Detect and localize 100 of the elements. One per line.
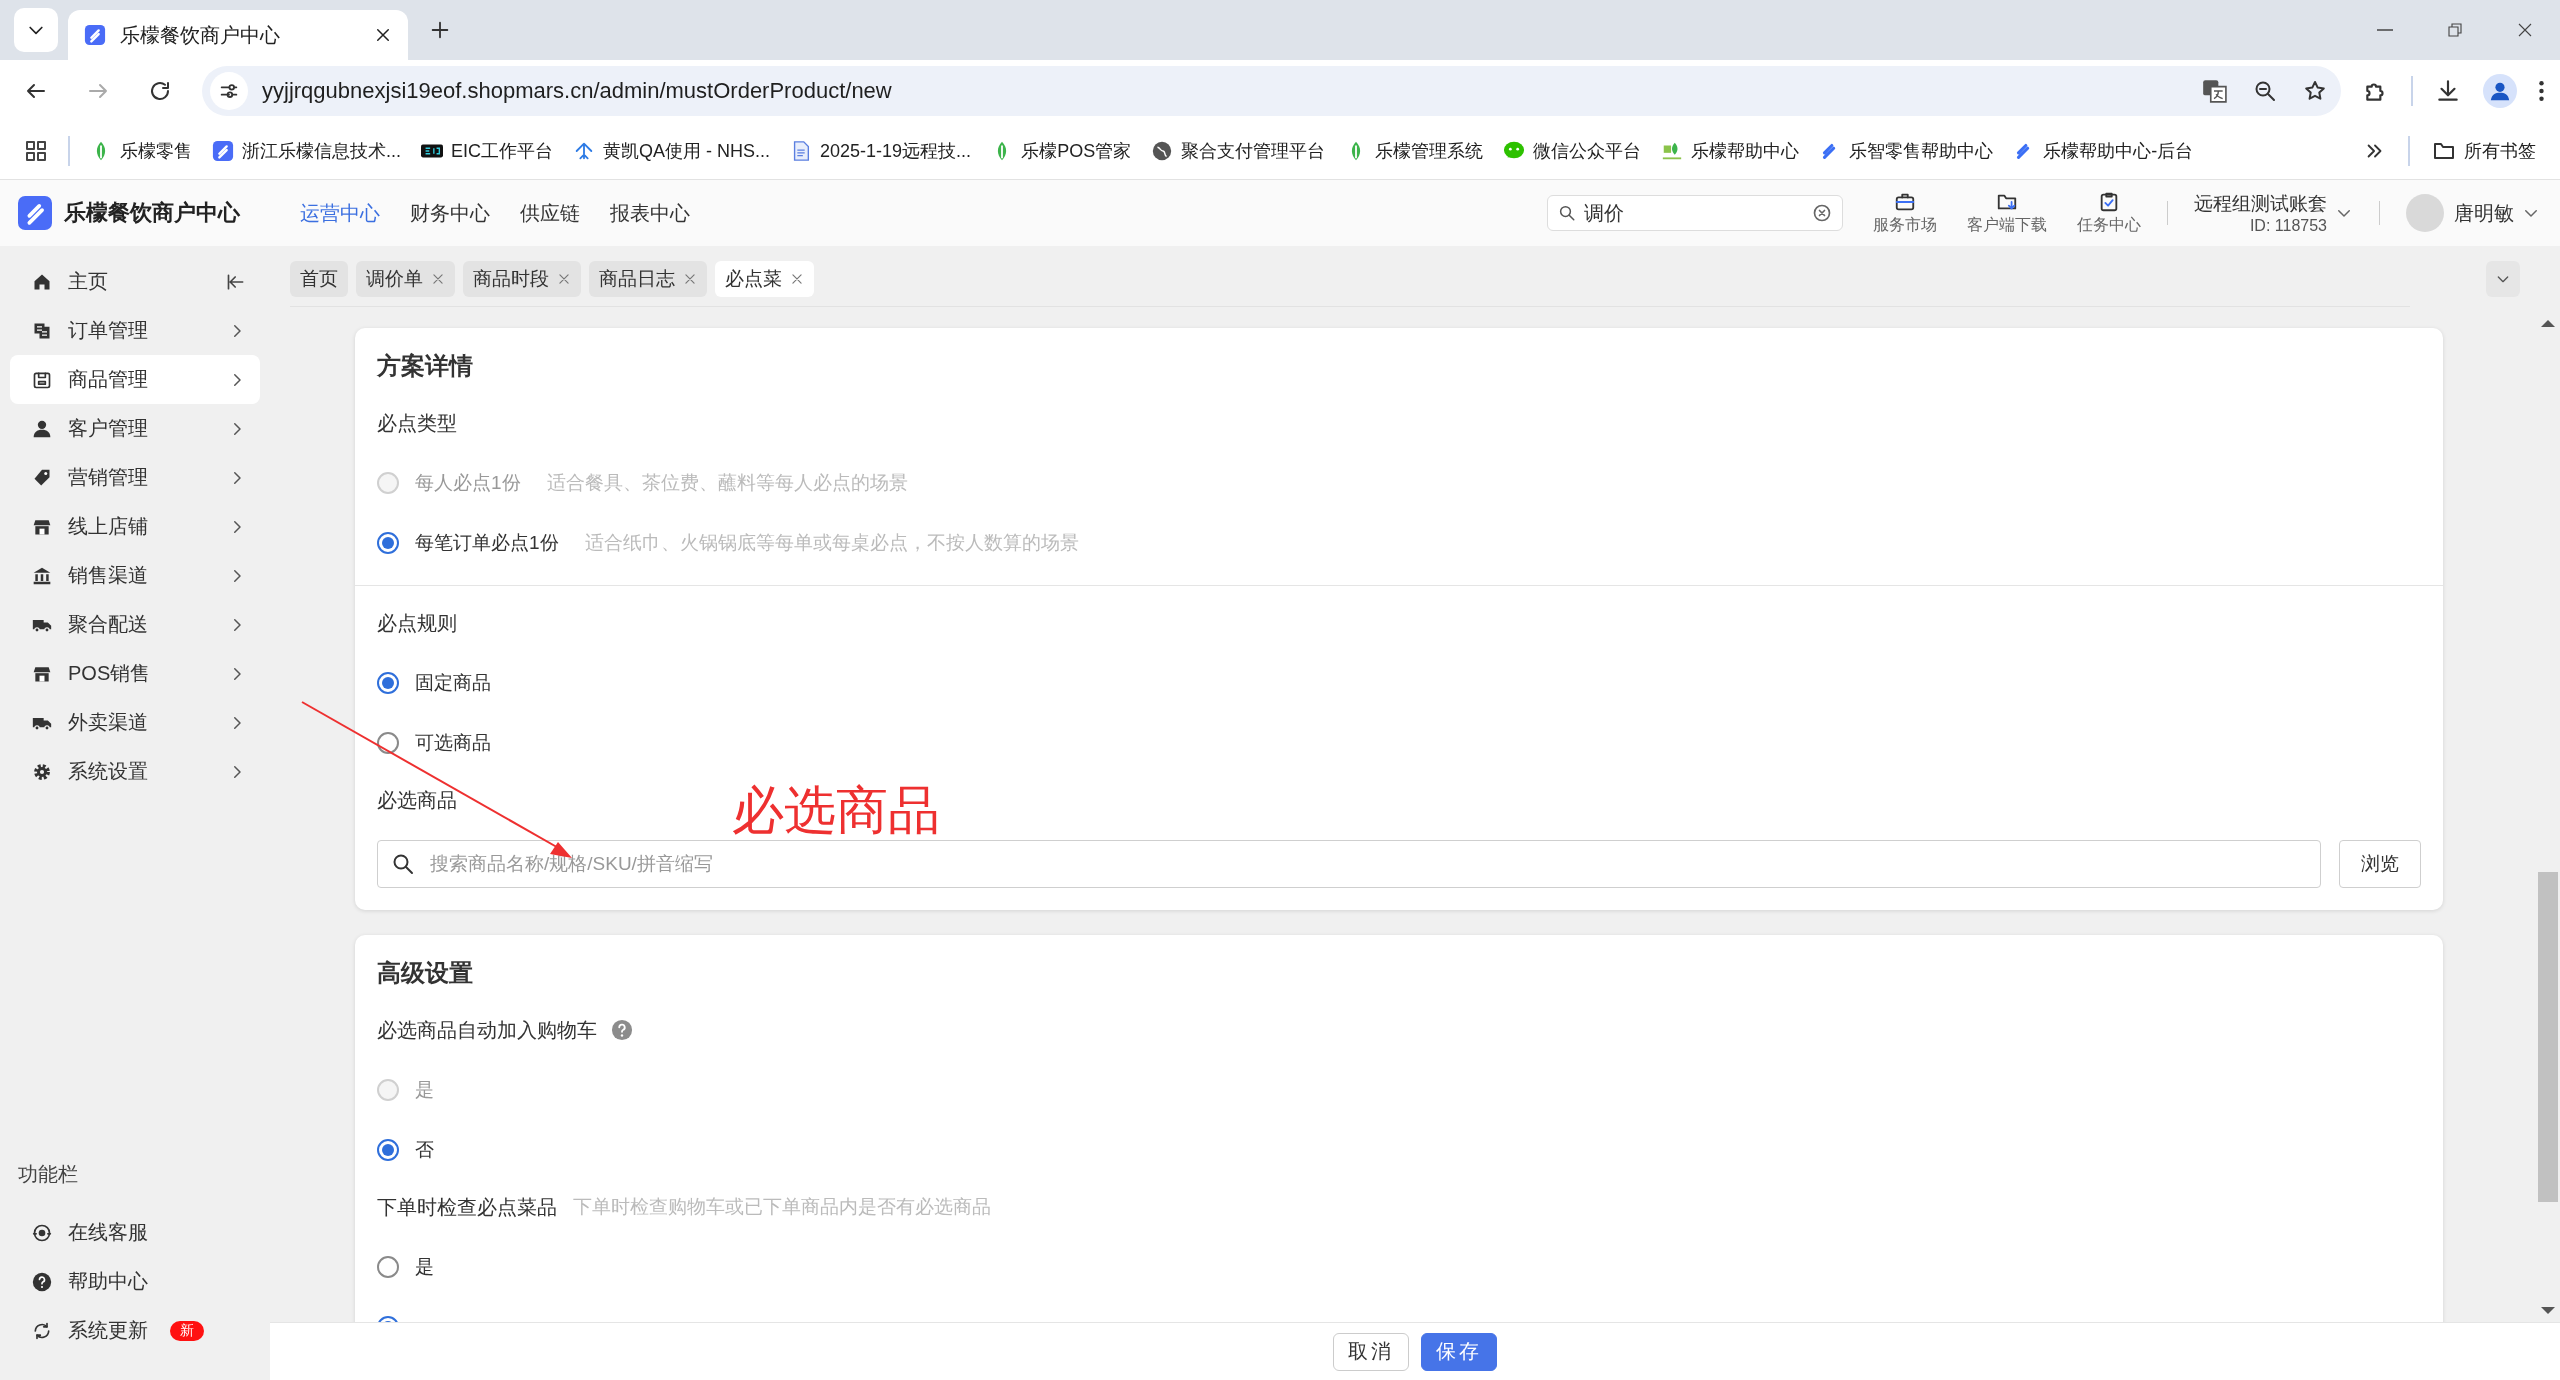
field-label: 下单时检查必点菜品	[377, 1195, 557, 1220]
field-label: 必选商品自动加入购物车	[377, 1018, 597, 1043]
field-hint: 下单时检查购物车或已下单商品内是否有必选商品	[573, 1195, 991, 1219]
search-field[interactable]: 搜索商品名称/规格/SKU/拼音缩写	[377, 840, 2321, 888]
restore-icon	[2446, 21, 2464, 39]
close-icon	[2516, 21, 2534, 39]
sidebar-item[interactable]: 客户管理	[10, 404, 260, 453]
bookmark[interactable]: 乐檬零售	[90, 138, 192, 163]
close-icon	[374, 26, 392, 44]
nav-tab[interactable]: 供应链	[520, 199, 580, 227]
bookmark[interactable]: EIC工作平台	[421, 138, 554, 163]
sidebar-item[interactable]: 聚合配送	[10, 600, 260, 649]
page-tab[interactable]: 商品日志	[589, 261, 707, 297]
annotation-text: 必选商品	[732, 782, 940, 838]
sidebar-item[interactable]: 系统更新 新	[10, 1306, 260, 1355]
tag-icon	[32, 467, 52, 488]
all-bookmarks-folder[interactable]: 所有书签	[2432, 138, 2536, 163]
option-label: 固定商品	[415, 671, 491, 695]
browse-button[interactable]: 浏览	[2339, 840, 2421, 888]
option-label: 每人必点1份	[415, 471, 521, 495]
account-id: ID: 118753	[2249, 217, 2327, 235]
radio-button[interactable]	[377, 732, 399, 754]
minimize-icon	[2376, 29, 2394, 31]
radio-button[interactable]	[377, 1139, 399, 1161]
user-icon	[32, 418, 52, 439]
toolbar-item[interactable]: 服务市场	[1873, 190, 1937, 236]
logo-icon	[84, 24, 106, 46]
bookmark[interactable]: 乐檬管理系统	[1345, 138, 1484, 163]
sidebar-item[interactable]: 主页	[10, 257, 260, 306]
section-title: 功能栏	[17, 1162, 79, 1187]
card-title: 方案详情	[377, 352, 473, 379]
nav-tab[interactable]: 财务中心	[410, 199, 490, 227]
page-tab[interactable]: 商品时段	[463, 261, 581, 297]
user-name[interactable]: 唐明敏	[2454, 199, 2514, 227]
radio-button[interactable]	[377, 532, 399, 554]
sidebar-item[interactable]: POS销售	[10, 649, 260, 698]
nav-tab[interactable]: 报表中心	[610, 199, 690, 227]
radio-button[interactable]	[377, 672, 399, 694]
bookmark[interactable]: 黄凯QA使用 - NHS...	[573, 138, 771, 163]
option-label: 可选商品	[415, 731, 491, 755]
close-icon	[557, 272, 571, 286]
browser-tab[interactable]: 乐檬餐饮商户中心	[68, 10, 408, 60]
clipboard-check-icon	[2098, 190, 2120, 213]
more-icon[interactable]	[2539, 81, 2544, 101]
zoom-out-icon	[2253, 79, 2277, 103]
toolbar-item[interactable]: 客户端下载	[1967, 190, 2047, 236]
headset-icon	[32, 1222, 52, 1243]
nav-tab[interactable]: 运营中心	[300, 199, 380, 227]
bookmark[interactable]: 微信公众平台	[1503, 138, 1642, 163]
sidebar-item[interactable]: 商品管理	[10, 355, 260, 404]
reload-icon	[148, 79, 172, 103]
star-icon	[2303, 79, 2327, 103]
sidebar-item[interactable]: 销售渠道	[10, 551, 260, 600]
sidebar-item[interactable]: 在线客服	[10, 1208, 260, 1257]
plus-icon	[429, 19, 451, 41]
sidebar-item[interactable]: 外卖渠道	[10, 698, 260, 747]
help-icon	[32, 1271, 52, 1292]
search-icon	[1558, 204, 1576, 222]
close-icon	[683, 272, 697, 286]
sidebar-item[interactable]: 线上店铺	[10, 502, 260, 551]
person-icon	[2489, 80, 2511, 102]
search-field[interactable]: 调价	[1547, 195, 1843, 231]
page-tab[interactable]: 首页	[290, 261, 348, 297]
radio-button[interactable]	[377, 1256, 399, 1278]
toolbar-item[interactable]: 任务中心	[2077, 190, 2141, 236]
sidebar-item[interactable]: 系统设置	[10, 747, 260, 796]
save-button[interactable]: 保存	[1421, 1332, 1497, 1371]
bookmark[interactable]: 乐檬POS管家	[991, 138, 1132, 163]
new-badge: 新	[170, 1320, 204, 1341]
option-label: 否	[415, 1138, 434, 1162]
sidebar-item[interactable]: 帮助中心	[10, 1257, 260, 1306]
option-label: 是	[415, 1078, 434, 1102]
option-hint: 适合餐具、茶位费、蘸料等每人必点的场景	[546, 471, 908, 495]
sidebar-item[interactable]: 订单管理	[10, 306, 260, 355]
account-name[interactable]: 远程组测试账套	[2194, 191, 2327, 217]
brand-name: 乐檬餐饮商户中心	[64, 199, 240, 227]
url-text: yyjjrqgubnexjsi19eof.shopmars.cn/admin/mustOrderProduct/new	[262, 78, 893, 104]
option-hint: 适合纸巾、火锅锅底等每单或每桌必点，不按人数算的场景	[584, 531, 1079, 555]
close-icon	[790, 272, 804, 286]
cancel-button[interactable]: 取消	[1333, 1332, 1409, 1371]
logo-icon	[212, 139, 234, 162]
search-icon	[391, 852, 415, 876]
bookmark[interactable]: 浙江乐檬信息技术...	[212, 138, 401, 163]
translate-icon	[2201, 78, 2227, 104]
site-info-button[interactable]	[210, 72, 248, 110]
download-icon	[2435, 78, 2461, 104]
sidebar-item[interactable]: 营销管理	[10, 453, 260, 502]
brand-logo-icon	[18, 196, 52, 230]
page-tab[interactable]: 调价单	[356, 261, 455, 297]
address-bar[interactable]: yyjjrqgubnexjsi19eof.shopmars.cn/admin/mustOrderProduct/new	[202, 66, 2341, 116]
bookmark[interactable]: 乐檬帮助中心	[1661, 138, 1800, 163]
page-tab[interactable]: 必点菜	[715, 261, 814, 297]
bookmark[interactable]: 乐智零售帮助中心	[1819, 138, 1994, 163]
profile-icon[interactable]	[2483, 74, 2517, 108]
bookmark[interactable]: 聚合支付管理平台	[1151, 138, 1326, 163]
option-label: 每笔订单必点1份	[415, 531, 559, 555]
apps-grid-icon	[24, 138, 48, 163]
bookmark[interactable]: 2025-1-19远程技...	[790, 138, 972, 163]
option-label: 是	[415, 1255, 434, 1279]
bookmark[interactable]: 乐檬帮助中心-后台	[2013, 138, 2194, 163]
